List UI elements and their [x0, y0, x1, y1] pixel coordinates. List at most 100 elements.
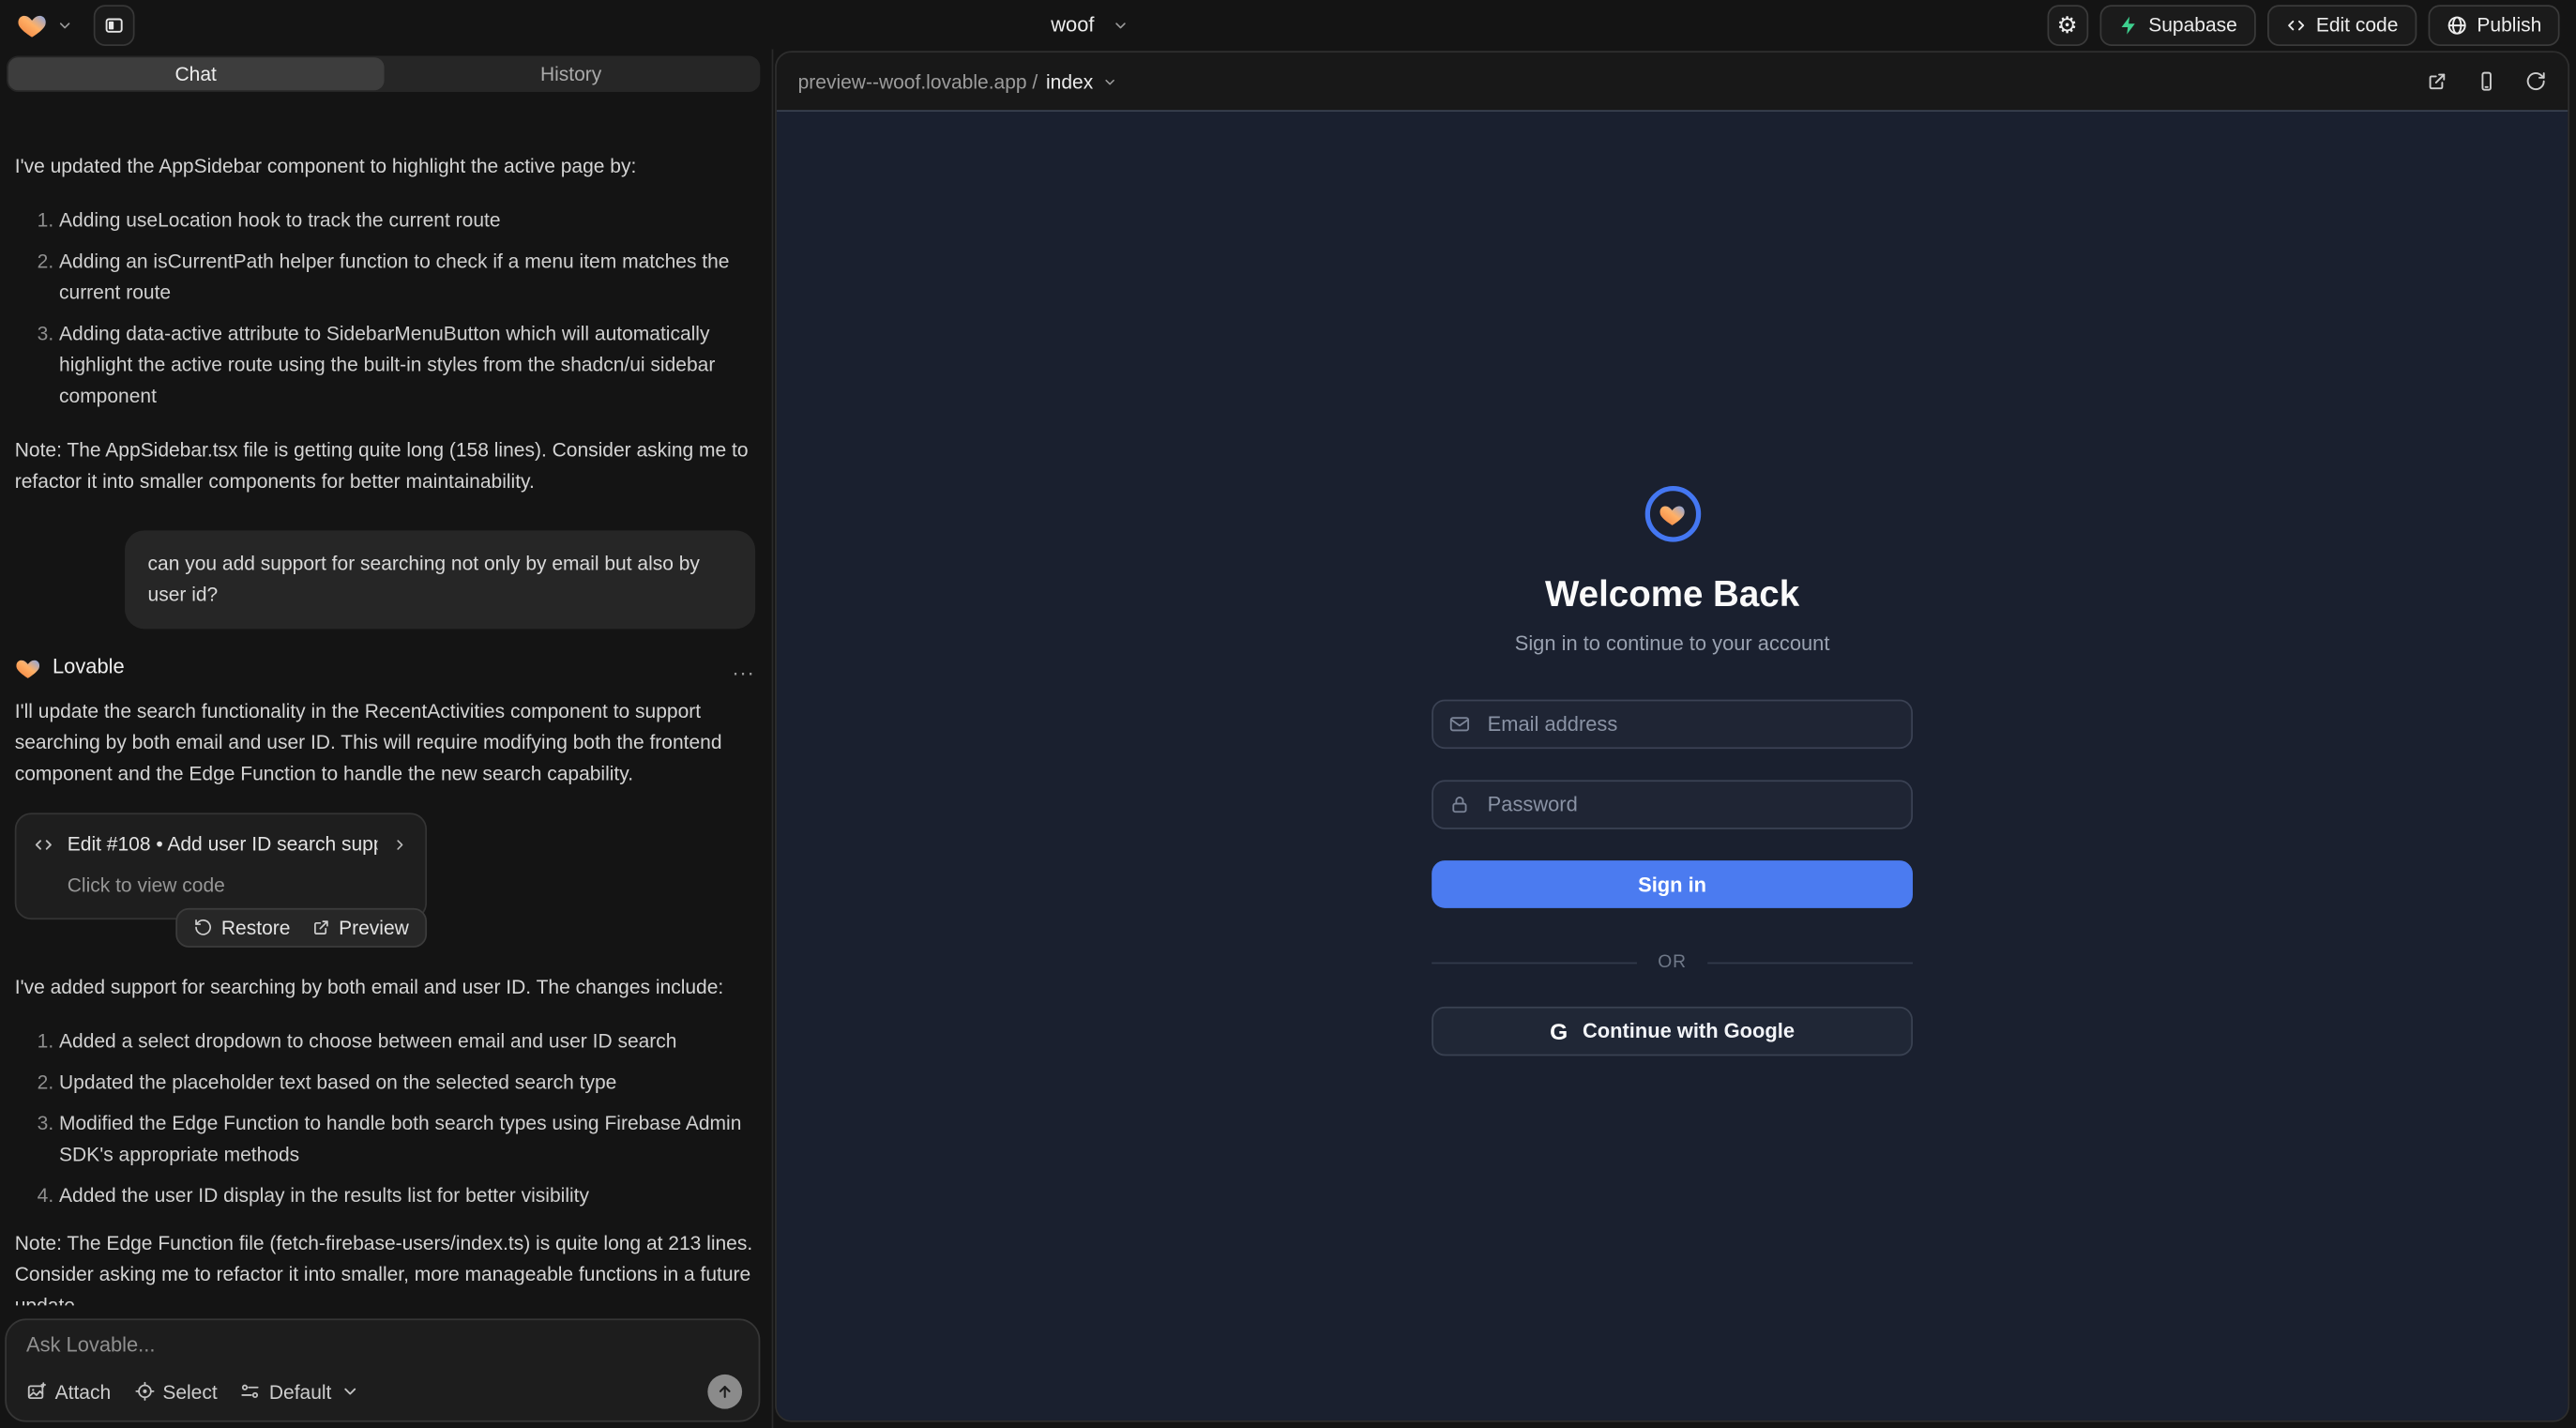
assistant-note: Note: The AppSidebar.tsx file is getting…: [15, 435, 755, 498]
settings-button[interactable]: ⚙: [2047, 4, 2088, 45]
list-item: Modified the Edge Function to handle bot…: [59, 1108, 755, 1171]
toggle-sidebar-button[interactable]: [94, 4, 135, 45]
edit-card-title: Edit #108 • Add user ID search supp...: [68, 829, 378, 860]
user-message-bubble: can you add support for searching not on…: [125, 530, 755, 629]
mail-icon: [1448, 713, 1472, 737]
gear-icon: ⚙: [2057, 13, 2078, 37]
divider-line: [1432, 962, 1636, 964]
open-in-new-tab-icon[interactable]: [2427, 70, 2448, 92]
assistant-header: Lovable ...: [15, 652, 755, 683]
chevron-right-icon: [391, 836, 409, 854]
user-message-row: can you add support for searching not on…: [15, 530, 755, 629]
or-label: OR: [1658, 952, 1687, 972]
arrow-up-icon: [716, 1383, 734, 1401]
project-title-chevron-icon[interactable]: [1113, 16, 1130, 34]
project-menu-chevron-icon[interactable]: [56, 16, 74, 34]
assistant-paragraph: I've added support for searching by both…: [15, 972, 755, 1003]
preview-viewport: Welcome Back Sign in to continue to your…: [777, 110, 2568, 1420]
google-button-label: Continue with Google: [1583, 1020, 1795, 1043]
signin-subtitle: Sign in to continue to your account: [1515, 632, 1830, 656]
lovable-logo-icon[interactable]: [17, 9, 48, 40]
lovable-heart-icon: [15, 654, 41, 680]
attach-button[interactable]: Attach: [26, 1380, 111, 1404]
edit-version-card[interactable]: Edit #108 • Add user ID search supp... C…: [15, 813, 427, 919]
assistant-paragraph: I've updated the AppSidebar component to…: [15, 151, 755, 182]
assistant-name: Lovable: [53, 652, 125, 683]
edit-code-button-label: Edit code: [2316, 13, 2399, 37]
preview-button-label: Preview: [339, 912, 409, 943]
chat-input[interactable]: [26, 1333, 693, 1373]
mobile-view-icon[interactable]: [2476, 70, 2497, 92]
refresh-icon[interactable]: [2525, 70, 2547, 92]
topbar-center-group: woof: [135, 13, 2047, 37]
external-link-icon: [311, 919, 330, 937]
preview-toolbar-icons: [2427, 70, 2547, 92]
select-button-label: Select: [162, 1380, 217, 1404]
topbar-left-group: [17, 4, 135, 45]
edit-card-header: Edit #108 • Add user ID search supp...: [33, 829, 409, 860]
publish-button-label: Publish: [2477, 13, 2541, 37]
url-chevron-down-icon: [1101, 73, 1118, 90]
chat-composer[interactable]: Attach Select Default: [5, 1318, 760, 1421]
attach-image-icon: [26, 1381, 47, 1402]
app-window: woof ⚙ Supabase Edit code: [0, 0, 2576, 1428]
tab-chat[interactable]: Chat: [8, 57, 384, 90]
restore-icon: [194, 919, 213, 937]
chat-mode-dropdown[interactable]: Default: [240, 1380, 360, 1404]
list-item: Added the user ID display in the results…: [59, 1180, 755, 1211]
list-item: Adding an isCurrentPath helper function …: [59, 247, 755, 310]
select-element-button[interactable]: Select: [134, 1380, 218, 1404]
app-logo: [1644, 486, 1701, 542]
heart-logo-icon: [1659, 500, 1687, 528]
assistant-numbered-list: Adding useLocation hook to track the cur…: [15, 205, 755, 413]
preview-url-domain: preview--woof.lovable.app /: [798, 69, 1038, 93]
sliders-icon: [240, 1381, 261, 1402]
top-bar: woof ⚙ Supabase Edit code: [0, 0, 2576, 50]
supabase-button-label: Supabase: [2148, 13, 2237, 37]
or-divider: OR: [1432, 952, 1913, 972]
project-title[interactable]: woof: [1051, 13, 1094, 37]
composer-toolbar: Attach Select Default: [26, 1375, 742, 1409]
tab-history[interactable]: History: [384, 57, 759, 90]
preview-url[interactable]: preview--woof.lovable.app / index: [798, 69, 1118, 93]
edit-card-subtitle: Click to view code: [33, 871, 409, 902]
continue-with-google-button[interactable]: G Continue with Google: [1432, 1007, 1913, 1056]
password-field[interactable]: [1432, 780, 1913, 829]
password-field-wrapper: [1432, 780, 1913, 829]
preview-button[interactable]: Preview: [311, 912, 409, 943]
supabase-button[interactable]: Supabase: [2099, 4, 2255, 45]
chat-message-list[interactable]: I've updated the AppSidebar component to…: [0, 102, 772, 1306]
globe-icon: [2446, 14, 2467, 36]
send-message-button[interactable]: [707, 1375, 742, 1409]
signin-page: Welcome Back Sign in to continue to your…: [777, 112, 2568, 1056]
message-more-options-icon[interactable]: ...: [733, 652, 755, 683]
email-field-wrapper: [1432, 700, 1913, 750]
chat-mode-label: Default: [269, 1380, 332, 1404]
divider-line: [1708, 962, 1913, 964]
email-field[interactable]: [1432, 700, 1913, 750]
restore-button[interactable]: Restore: [194, 912, 290, 943]
attach-button-label: Attach: [55, 1380, 112, 1404]
preview-url-page: index: [1046, 69, 1093, 93]
restore-button-label: Restore: [221, 912, 291, 943]
assistant-note: Note: The Edge Function file (fetch-fire…: [15, 1228, 755, 1305]
version-actions: Restore Preview: [176, 908, 427, 948]
preview-url-bar: preview--woof.lovable.app / index: [777, 53, 2568, 110]
list-item: Adding useLocation hook to track the cur…: [59, 205, 755, 236]
google-g-icon: G: [1550, 1020, 1568, 1043]
assistant-numbered-list: Added a select dropdown to choose betwee…: [15, 1026, 755, 1212]
publish-button[interactable]: Publish: [2428, 4, 2560, 45]
chevron-down-icon: [340, 1381, 360, 1402]
chat-history-tabs: Chat History: [7, 56, 760, 93]
code-icon: [33, 834, 54, 856]
assistant-paragraph: I'll update the search functionality in …: [15, 696, 755, 790]
chat-panel: Chat History I've updated the AppSidebar…: [0, 50, 773, 1428]
edit-code-button[interactable]: Edit code: [2266, 4, 2416, 45]
list-item: Adding data-active attribute to SidebarM…: [59, 319, 755, 413]
select-target-icon: [134, 1381, 155, 1402]
topbar-right-group: ⚙ Supabase Edit code Publish: [2047, 4, 2560, 45]
sign-in-button[interactable]: Sign in: [1432, 860, 1913, 908]
list-item: Updated the placeholder text based on th…: [59, 1068, 755, 1099]
signin-title: Welcome Back: [1545, 573, 1799, 616]
code-icon: [2285, 14, 2307, 36]
